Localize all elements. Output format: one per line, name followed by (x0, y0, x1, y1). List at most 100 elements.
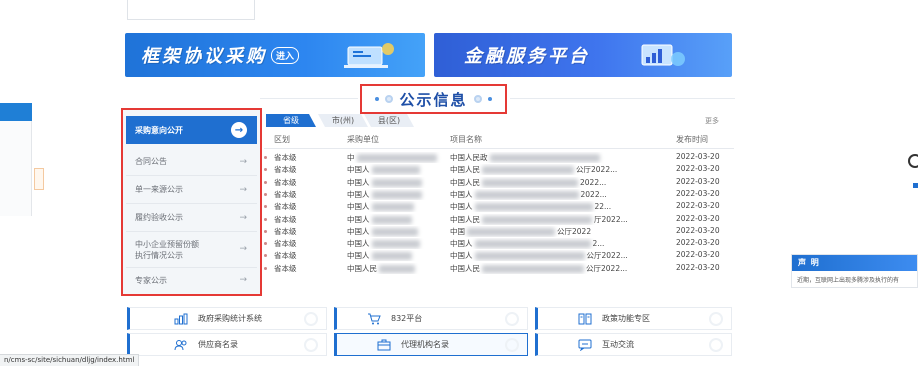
row-bullet-icon (264, 254, 267, 258)
decor-circle-icon (505, 338, 519, 352)
cell-region: 省本级 (274, 214, 297, 224)
menu-item-expert[interactable]: 专家公示 → (126, 266, 257, 294)
header-region: 区划 (274, 135, 290, 144)
briefcase-icon (377, 339, 391, 351)
table-row[interactable]: 省本级 中国人 中国人 22... 2022-03-20 (264, 201, 734, 213)
agency-directory-link[interactable]: 代理机构名录 (334, 333, 528, 356)
title-dot-icon (375, 97, 380, 101)
cell-unit: 中国人 (347, 250, 445, 261)
cell-project-text: 中国人 (450, 202, 473, 212)
arrow-right-icon: → (231, 122, 247, 138)
cell-unit: 中国人 (347, 214, 445, 225)
row-bullet-icon (264, 205, 267, 209)
cell-unit-text: 中国人 (347, 251, 370, 261)
chat-icon (578, 339, 592, 351)
row-bullet-icon (264, 168, 267, 172)
redacted-block (482, 166, 574, 175)
cell-date: 2022-03-20 (676, 225, 720, 235)
redacted-block (474, 203, 593, 212)
category-menu: 采购意向公开 → 合同公告 → 单一来源公示 → 履约验收公示 → 中小企业预留… (121, 108, 262, 296)
table-row[interactable]: 省本级 中国人 中国人 2022... 2022-03-20 (264, 189, 734, 201)
cell-unit: 中国人 (347, 177, 445, 188)
enter-button[interactable]: 进入 (271, 46, 300, 64)
row-bullet-icon (264, 192, 267, 196)
interaction-link[interactable]: 互动交流 (535, 333, 732, 356)
table-row[interactable]: 省本级 中国人 中国人民 2022... 2022-03-20 (264, 177, 734, 189)
arrow-right-icon: → (239, 156, 247, 167)
gov-stats-system-link[interactable]: 政府采购统计系统 (127, 307, 327, 330)
cell-date: 2022-03-20 (676, 152, 720, 161)
menu-item-sme-reserve[interactable]: 中小企业预留份额 执行情况公示 → (126, 232, 257, 268)
redacted-block (482, 264, 584, 273)
table-row[interactable]: 省本级 中国人民 中国人民 公厅2022... 2022-03-20 (264, 263, 734, 275)
row-bullet-icon (264, 156, 267, 159)
cell-project: 中国人民 厅2022... (450, 214, 670, 225)
left-side-badge[interactable] (34, 168, 44, 190)
tab-province[interactable]: 省级 (266, 114, 316, 127)
row-bullet-icon (264, 217, 267, 221)
cell-project-text: 中国人民 (450, 214, 480, 224)
side-service-icon[interactable] (905, 153, 918, 201)
more-link[interactable]: 更多 (705, 116, 719, 126)
row-bullet-icon (264, 180, 267, 184)
redacted-block (482, 215, 592, 224)
policy-zone-link[interactable]: 政策功能专区 (535, 307, 732, 330)
cell-date: 2022-03-20 (676, 213, 720, 223)
arrow-right-icon: → (239, 244, 247, 254)
cell-region: 省本级 (274, 239, 297, 249)
public-info-title: 公示信息 (360, 84, 507, 114)
cell-unit-text: 中国人 (347, 214, 370, 224)
table-row[interactable]: 省本级 中国人 中国人 2... 2022-03-20 (264, 238, 734, 250)
header-divider (264, 148, 734, 149)
cell-project-tail: 公厅2022 (557, 226, 592, 236)
tab-county[interactable]: 县(区) (364, 114, 414, 127)
menu-item-acceptance[interactable]: 履约验收公示 → (126, 204, 257, 232)
redacted-block (482, 178, 578, 187)
menu-item-single-source[interactable]: 单一来源公示 → (126, 176, 257, 204)
cell-project-tail: 公厅2022... (586, 251, 628, 261)
cell-unit: 中国人 (347, 226, 445, 237)
redacted-block (467, 227, 555, 236)
header-date: 发布时间 (676, 135, 708, 144)
table-row[interactable]: 省本级 中国人 中国 公厅2022 2022-03-20 (264, 226, 734, 238)
tab-city[interactable]: 市(州) (318, 114, 368, 127)
redacted-block (356, 154, 437, 162)
cell-region: 省本级 (274, 202, 297, 212)
cell-region: 省本级 (274, 153, 297, 162)
table-row[interactable]: 省本级 中国人 中国人民 公厅2022... 2022-03-20 (264, 164, 734, 176)
cell-project: 中国人民 公厅2022... (450, 164, 670, 175)
declaration-panel: 声 明 近期，互联网上出现多腾涉及执行的有 (791, 254, 918, 288)
table-row[interactable]: 省本级 中 中国人民政 2022-03-20 (264, 152, 734, 164)
financial-service-banner[interactable]: 金融服务平台 (434, 33, 732, 77)
cell-unit: 中 (347, 152, 445, 163)
cell-date: 2022-03-20 (676, 238, 720, 248)
menu-item-label: 合同公告 (135, 157, 167, 166)
declaration-text: 近期，互联网上出现多腾涉及执行的有 (797, 277, 900, 284)
cell-unit: 中国人 (347, 164, 445, 175)
table-row[interactable]: 省本级 中国人 中国人 公厅2022... 2022-03-20 (264, 250, 734, 262)
cell-project-text: 中国人民 (450, 263, 480, 273)
redacted-block (371, 190, 422, 199)
cell-project-tail: 22... (594, 202, 612, 212)
menu-item-contract-notice[interactable]: 合同公告 → (126, 148, 257, 176)
platform-832-link[interactable]: 832平台 (334, 307, 528, 330)
cell-project-tail: 2022... (580, 177, 607, 187)
menu-item-procurement-intent[interactable]: 采购意向公开 → (126, 116, 257, 144)
cell-region: 省本级 (274, 189, 297, 199)
cell-project: 中国人民政 (450, 152, 670, 163)
framework-procurement-banner[interactable]: 框架协议采购 进入 (125, 33, 425, 77)
menu-item-label: 专家公示 (135, 275, 167, 285)
supplier-directory-link[interactable]: 供应商名录 (127, 333, 327, 356)
table-row[interactable]: 省本级 中国人 中国人民 厅2022... 2022-03-20 (264, 214, 734, 226)
cell-region: 省本级 (274, 251, 297, 261)
cell-unit: 中国人民 (347, 263, 445, 274)
decor-circle-icon (709, 338, 723, 352)
redacted-block (474, 190, 579, 199)
browser-status-bar: n/cms-sc/site/sichuan/dljg/index.html (0, 354, 140, 366)
banner-title-framework: 框架协议采购 (141, 46, 267, 67)
cell-region: 省本级 (274, 226, 297, 236)
cell-project-text: 中国 (450, 226, 465, 236)
cell-project: 中国人 2... (450, 238, 670, 249)
cell-project-tail: 2022... (580, 189, 607, 199)
redacted-block (371, 178, 422, 187)
